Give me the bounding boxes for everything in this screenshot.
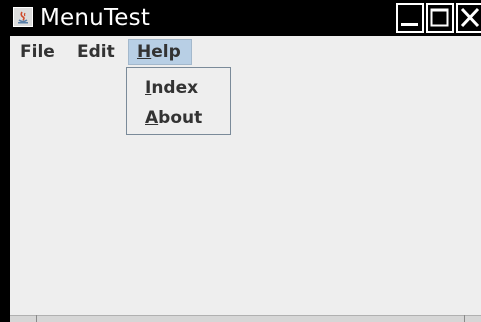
maximize-button[interactable] bbox=[426, 3, 454, 33]
menu-help-label: elp bbox=[151, 42, 181, 62]
menu-item-about-label: bout bbox=[158, 108, 203, 128]
menu-item-about[interactable]: About bbox=[127, 104, 230, 132]
menu-item-about-mnemonic: A bbox=[145, 108, 159, 128]
menu-edit[interactable]: Edit bbox=[70, 39, 122, 65]
bottom-edge-divider-left bbox=[36, 315, 37, 322]
window-client-area: File Edit Help bbox=[10, 36, 481, 322]
menu-help[interactable]: Help bbox=[128, 39, 192, 65]
bottom-scrollbar-edge bbox=[10, 315, 481, 322]
title-bar[interactable]: MenuTest bbox=[0, 0, 481, 36]
help-menu-popup: Index About bbox=[126, 67, 231, 135]
bottom-edge-divider-right bbox=[464, 315, 465, 322]
application-window: MenuTest File Edit Help Index About bbox=[0, 0, 481, 322]
minimize-button[interactable] bbox=[396, 3, 424, 33]
minimize-icon bbox=[398, 5, 422, 31]
java-app-icon[interactable] bbox=[13, 7, 33, 27]
menu-help-mnemonic: H bbox=[137, 42, 152, 62]
close-button[interactable] bbox=[456, 3, 481, 33]
menu-item-index-label: ndex bbox=[151, 78, 199, 98]
menu-bar: File Edit Help bbox=[10, 36, 481, 67]
menu-item-index[interactable]: Index bbox=[127, 74, 230, 102]
close-icon bbox=[458, 5, 481, 31]
content-panel bbox=[10, 67, 481, 315]
window-title: MenuTest bbox=[40, 5, 151, 31]
menu-file[interactable]: File bbox=[13, 39, 62, 65]
maximize-icon bbox=[428, 5, 452, 31]
